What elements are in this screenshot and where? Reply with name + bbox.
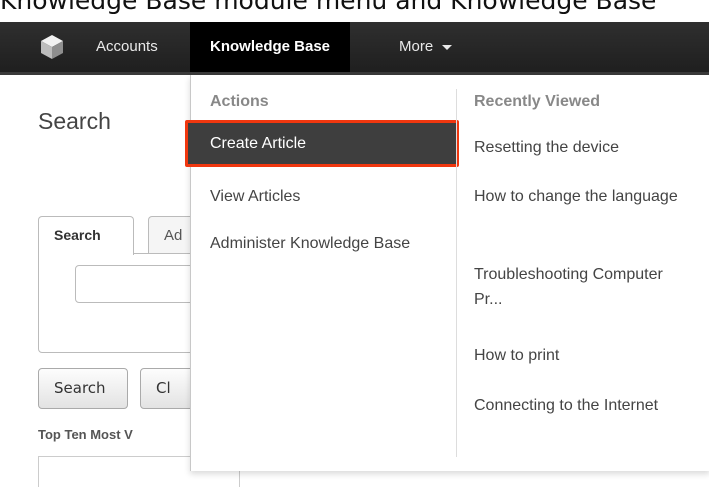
top-nav-bar: Accounts Knowledge Base More [0,22,709,75]
recent-item[interactable]: Resetting the device [474,135,619,160]
nav-knowledge-base[interactable]: Knowledge Base [190,22,351,72]
search-button[interactable]: Search [38,368,128,409]
knowledge-base-dropdown-menu: Actions Create Article View Articles Adm… [185,75,709,471]
view-articles-menu-item[interactable]: View Articles [210,184,300,209]
caret-down-icon [442,44,453,50]
recent-item[interactable]: Troubleshooting Computer Pr... [474,262,694,312]
nav-accounts[interactable]: Accounts [76,22,178,72]
recent-item[interactable]: How to print [474,343,559,368]
nav-more[interactable]: More [379,22,472,72]
page-title: Search [38,108,111,134]
caption-text: Knowledge Base module menu and Knowledge… [0,0,657,15]
actions-header: Actions [210,93,269,110]
cut-off-caption: Knowledge Base module menu and Knowledge… [0,0,709,22]
tab-search[interactable]: Search [38,216,134,255]
top-ten-heading: Top Ten Most V [38,427,133,442]
recently-viewed-header: Recently Viewed [474,93,600,110]
recent-item[interactable]: How to change the language [474,184,694,209]
administer-knowledge-base-menu-item[interactable]: Administer Knowledge Base [210,231,440,256]
column-divider [456,89,457,457]
nav-more-label: More [399,38,434,55]
create-article-menu-item[interactable]: Create Article [185,120,459,167]
cube-logo-icon[interactable] [38,33,66,61]
recent-item[interactable]: Connecting to the Internet [474,393,694,418]
